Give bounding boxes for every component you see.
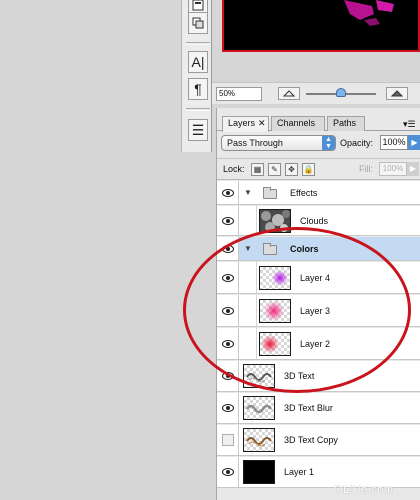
layer-group-effects[interactable]: ▼ Effects (217, 181, 420, 205)
fill-slider-button[interactable]: ▶ (407, 162, 419, 176)
layer-3d-text-blur[interactable]: 3D Text Blur (217, 393, 420, 424)
clone-source-tool[interactable] (188, 12, 208, 34)
zoom-out-button[interactable] (278, 87, 300, 100)
disclosure-triangle-icon[interactable]: ▼ (244, 188, 252, 197)
watermark: OLiHe.com (334, 484, 394, 496)
zoom-slider-thumb[interactable] (336, 88, 346, 97)
panel-menu-icon[interactable]: ▾☰ (403, 119, 416, 130)
annotation-ellipse (183, 227, 411, 393)
eye-icon (222, 404, 234, 412)
lock-label: Lock: (223, 164, 245, 174)
notes-tool-glyph: ☰ (191, 121, 205, 138)
eye-icon (222, 189, 234, 197)
blend-row: Pass Through ▲ ▼ Opacity: 100% ▶ (217, 134, 420, 154)
layer-name: Clouds (300, 216, 329, 226)
lock-all-icon[interactable]: 🔒 (302, 163, 315, 176)
notes-tool-icon[interactable]: ☰ (188, 119, 208, 141)
layer-name: 3D Text Blur (284, 403, 333, 413)
folder-icon (263, 187, 277, 199)
visibility-toggle[interactable] (217, 457, 239, 487)
layer-name: 3D Text Copy (284, 435, 338, 445)
layer-thumbnail (243, 396, 275, 420)
select-arrows-icon: ▲ ▼ (322, 136, 335, 150)
opacity-label: Opacity: (340, 138, 374, 148)
layer-thumbnail (243, 460, 275, 484)
layer-name: Effects (290, 188, 318, 198)
fill-label: Fill: (359, 164, 373, 174)
zoom-field[interactable]: 50% (216, 87, 262, 101)
visibility-toggle[interactable] (217, 393, 239, 423)
visibility-toggle[interactable] (217, 181, 239, 204)
tab-channels-label: Channels (277, 118, 316, 128)
tab-layers-label: Layers (228, 118, 256, 128)
layer-thumbnail (243, 428, 275, 452)
visibility-toggle[interactable] (217, 206, 239, 235)
tab-paths[interactable]: Paths (327, 116, 365, 131)
tool-strip: A| ¶ ☰ (181, 0, 212, 152)
navigator-zoom-bar: 50% (212, 82, 420, 104)
type-tool-glyph: A| (191, 54, 205, 70)
zoom-out-icon (283, 90, 295, 97)
group-indent (239, 206, 257, 235)
visibility-off-box[interactable] (222, 434, 234, 446)
opacity-field[interactable]: 100% (380, 135, 408, 150)
paragraph-tool-icon[interactable]: ¶ (188, 78, 208, 100)
lock-row: Lock: ▦ ✎ ✥ 🔒 Fill: 100% ▶ (217, 158, 420, 180)
blend-mode-select[interactable]: Pass Through ▲ ▼ (221, 135, 336, 151)
tab-channels[interactable]: Channels (271, 116, 325, 131)
layer-name: Layer 1 (284, 467, 315, 477)
tool-divider (186, 42, 210, 45)
close-icon[interactable]: ✕ (258, 118, 266, 128)
eye-icon (222, 217, 234, 225)
panel-tab-bar: Layers ✕ Channels Paths ▾☰ (217, 113, 420, 132)
lock-image-icon[interactable]: ✎ (268, 163, 281, 176)
lock-position-icon[interactable]: ✥ (285, 163, 298, 176)
opacity-slider-button[interactable]: ▶ (408, 135, 420, 150)
paragraph-tool-glyph: ¶ (194, 81, 202, 97)
zoom-in-icon (391, 90, 403, 97)
blend-mode-value: Pass Through (227, 138, 283, 148)
eye-icon (222, 468, 234, 476)
navigator-preview[interactable] (222, 0, 420, 52)
tool-divider (186, 108, 210, 111)
type-tool-icon[interactable]: A| (188, 51, 208, 73)
tab-paths-label: Paths (333, 118, 357, 128)
tab-layers[interactable]: Layers ✕ (222, 116, 269, 132)
zoom-in-button[interactable] (386, 87, 408, 100)
fill-field[interactable]: 100% (379, 162, 407, 176)
visibility-toggle[interactable] (217, 425, 239, 455)
layer-3d-text-copy[interactable]: 3D Text Copy (217, 425, 420, 456)
lock-transparency-icon[interactable]: ▦ (251, 163, 264, 176)
